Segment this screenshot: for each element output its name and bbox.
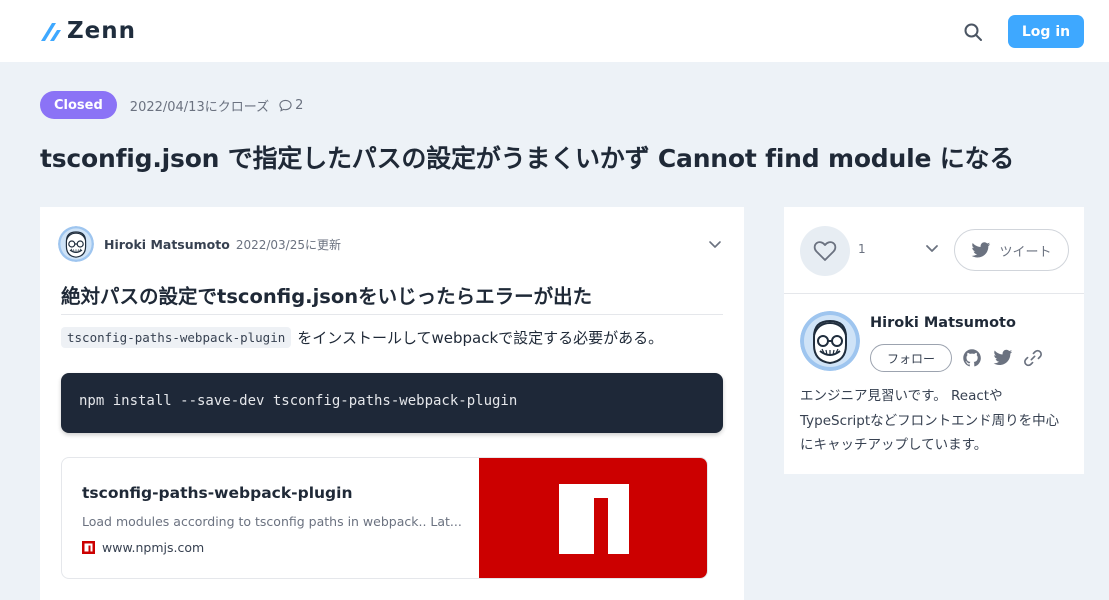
comment-count[interactable]: 2 — [279, 98, 303, 113]
divider — [784, 293, 1084, 294]
post-heading: 絶対パスの設定でtsconfig.jsonをいじったらエラーが出た — [61, 285, 593, 308]
sidebar-author-name[interactable]: Hiroki Matsumoto — [870, 315, 1016, 331]
chevron-down-icon[interactable] — [923, 240, 941, 258]
comment-icon — [279, 99, 292, 112]
chevron-down-icon[interactable] — [706, 236, 724, 254]
header: Zenn Log in — [0, 0, 1109, 62]
like-count: 1 — [858, 242, 866, 256]
page-title: tsconfig.json で指定したパスの設定がうまくいかず Cannot f… — [40, 144, 1015, 173]
sidebar-card: 1 ツイート Hiroki Matsumoto フォロー エンジニア見習いです。… — [784, 207, 1084, 474]
login-button[interactable]: Log in — [1008, 15, 1084, 48]
inline-code: tsconfig-paths-webpack-plugin — [61, 327, 292, 348]
search-icon — [964, 23, 982, 41]
closed-date: 2022/04/13にクローズ — [129, 99, 270, 115]
logo-text: Zenn — [67, 18, 137, 44]
code-text: npm install --save-dev tsconfig-paths-we… — [79, 393, 518, 409]
link-icon[interactable] — [1023, 348, 1043, 368]
avatar[interactable] — [58, 226, 94, 262]
heart-icon — [813, 241, 837, 261]
post-author: Hiroki Matsumoto 2022/03/25に更新 — [58, 226, 341, 262]
discussion-status: Closed 2022/04/13にクローズ 2 — [40, 91, 303, 119]
npm-logo-icon — [559, 484, 629, 554]
twitter-icon — [971, 241, 991, 257]
author-bio: エンジニア見習いです。 ReactやTypeScriptなどフロントエンド周りを… — [800, 388, 1060, 453]
npm-favicon-icon — [82, 541, 95, 554]
avatar[interactable] — [800, 311, 860, 371]
like-button[interactable] — [800, 226, 850, 276]
link-card-host-text: www.npmjs.com — [102, 540, 205, 555]
zenn-logo-icon — [41, 23, 61, 41]
twitter-icon[interactable] — [993, 348, 1013, 368]
updated-date: 2022/03/25に更新 — [235, 237, 341, 252]
link-card-thumbnail — [479, 458, 707, 578]
post-body-text: をインストールしてwebpackで設定する必要がある。 — [297, 329, 664, 347]
zenn-logo[interactable]: Zenn — [40, 18, 136, 44]
tweet-button[interactable]: ツイート — [954, 229, 1069, 271]
comment-count-value: 2 — [295, 97, 304, 113]
follow-button[interactable]: フォロー — [870, 344, 952, 372]
author-name[interactable]: Hiroki Matsumoto — [104, 237, 230, 252]
link-card-host: www.npmjs.com — [82, 540, 204, 555]
link-card-description: Load modules according to tsconfig paths… — [82, 514, 462, 529]
search-button[interactable] — [960, 19, 986, 45]
status-badge: Closed — [40, 91, 117, 119]
github-icon[interactable] — [962, 348, 982, 368]
tweet-label: ツイート — [999, 244, 1052, 260]
link-card-title: tsconfig-paths-webpack-plugin — [82, 484, 353, 502]
divider — [61, 314, 723, 315]
post-body: tsconfig-paths-webpack-plugin をインストールしてw… — [61, 327, 663, 348]
code-block: npm install --save-dev tsconfig-paths-we… — [61, 373, 723, 433]
discussion-post-card: Hiroki Matsumoto 2022/03/25に更新 絶対パスの設定でt… — [40, 207, 744, 600]
link-card[interactable]: tsconfig-paths-webpack-plugin Load modul… — [61, 457, 708, 579]
